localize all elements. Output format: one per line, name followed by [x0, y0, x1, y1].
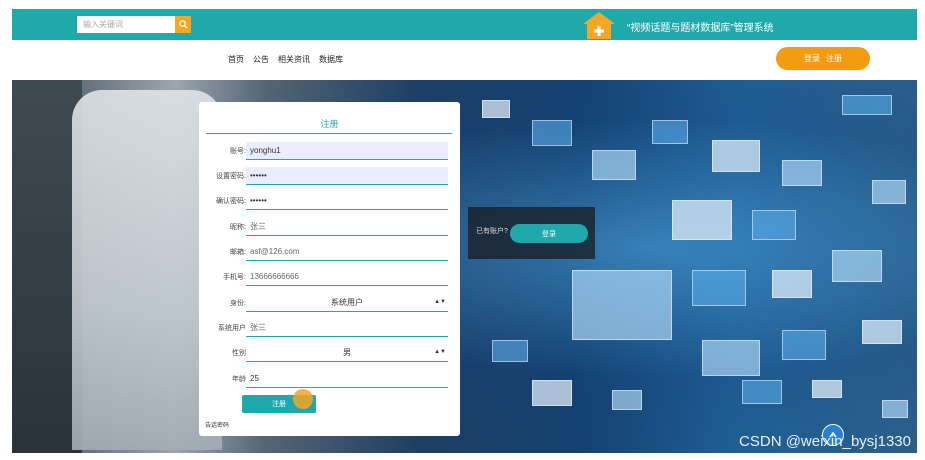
field-nickname: 昵称: 张三: [199, 218, 460, 238]
phone-input[interactable]: 13666666666: [246, 268, 448, 286]
confirm-password-input[interactable]: ••••••: [246, 192, 448, 210]
search-input[interactable]: [77, 16, 175, 33]
field-label: 账号:: [230, 148, 246, 155]
field-label: 邮箱:: [230, 249, 246, 256]
login-link[interactable]: 登录: [804, 53, 820, 64]
age-input[interactable]: 25: [246, 370, 448, 388]
email-input[interactable]: asf@126.com: [246, 243, 448, 261]
top-bar: “视频话题与题材数据库”管理系统: [12, 9, 917, 40]
video-tile: [752, 210, 796, 240]
role-select[interactable]: 系统用户: [246, 294, 448, 312]
video-tile: [592, 150, 636, 180]
login-prompt-box: 已有账户? 登录: [468, 207, 595, 259]
hero-background: [12, 80, 917, 453]
video-tile-center: [572, 270, 672, 340]
field-password: 设置密码: ••••••: [199, 167, 460, 187]
watermark: CSDN @weixin_bysj1330: [739, 433, 911, 450]
nav-item-news[interactable]: 相关资讯: [278, 54, 310, 65]
search-button[interactable]: [175, 16, 191, 33]
field-label: 设置密码:: [216, 173, 246, 180]
video-tile: [782, 330, 826, 360]
video-tile: [712, 140, 760, 172]
field-confirm-password: 确认密码: ••••••: [199, 192, 460, 212]
nav-bar: 首页 公告 相关资讯 数据库 登录 注册: [12, 40, 917, 80]
nickname-input[interactable]: 张三: [246, 218, 448, 236]
field-label: 确认密码:: [216, 198, 246, 205]
video-tile: [772, 270, 812, 298]
video-tile: [532, 380, 572, 406]
video-tile: [872, 180, 906, 204]
video-tile: [672, 200, 732, 240]
video-tile: [702, 340, 760, 376]
form-footer-text: 告话密码: [205, 423, 230, 429]
video-tile: [532, 120, 572, 146]
video-tile: [832, 250, 882, 282]
video-tile: [812, 380, 842, 398]
nav-item-notice[interactable]: 公告: [253, 54, 269, 65]
register-link[interactable]: 注册: [826, 53, 842, 64]
nav-menu: 首页 公告 相关资讯 数据库: [228, 54, 343, 65]
form-title: 注册: [320, 119, 339, 129]
field-account: 账号: yonghu1: [199, 142, 460, 162]
field-role: 身份: 系统用户 ▲▼: [199, 294, 460, 314]
field-label: 昵称:: [230, 224, 246, 231]
video-tile: [492, 340, 528, 362]
video-tile: [882, 400, 908, 418]
field-label: 性别: [232, 350, 246, 357]
field-gender: 性别 男 ▲▼: [199, 344, 460, 364]
field-label: 手机号:: [223, 274, 246, 281]
video-tile: [482, 100, 510, 118]
auth-button[interactable]: 登录 注册: [776, 47, 870, 70]
field-age: 年龄 25: [199, 370, 460, 390]
updown-icon: ▲▼: [434, 349, 446, 355]
video-tile: [652, 120, 688, 144]
login-button[interactable]: 登录: [510, 224, 588, 243]
field-label: 身份:: [230, 300, 246, 307]
video-tile: [842, 95, 892, 115]
video-tile: [612, 390, 642, 410]
nav-item-home[interactable]: 首页: [228, 54, 244, 65]
search-box: [77, 16, 191, 33]
title-divider: [206, 133, 452, 134]
cursor-highlight: [293, 389, 313, 409]
search-icon: [178, 20, 188, 29]
field-phone: 手机号: 13666666666: [199, 268, 460, 288]
system-user-input[interactable]: 张三: [246, 319, 448, 337]
login-hint: 已有账户?: [476, 228, 508, 235]
field-email: 邮箱: asf@126.com: [199, 243, 460, 263]
site-title: “视频话题与题材数据库”管理系统: [627, 23, 774, 34]
video-tile: [692, 270, 746, 306]
nav-item-database[interactable]: 数据库: [319, 54, 343, 65]
register-form: 注册 账号: yonghu1 设置密码: •••••• 确认密码: ••••••…: [199, 102, 460, 436]
field-label: 年龄: [232, 376, 246, 383]
field-system-user: 系统用户 张三: [199, 319, 460, 339]
gender-select[interactable]: 男: [246, 344, 448, 362]
video-tile: [862, 320, 902, 344]
video-tile: [742, 380, 782, 404]
updown-icon: ▲▼: [434, 299, 446, 305]
password-input[interactable]: ••••••: [246, 167, 448, 185]
house-plus-icon: [583, 12, 615, 39]
field-label: 系统用户: [218, 325, 246, 332]
video-tile: [782, 160, 822, 186]
account-input[interactable]: yonghu1: [246, 142, 448, 160]
